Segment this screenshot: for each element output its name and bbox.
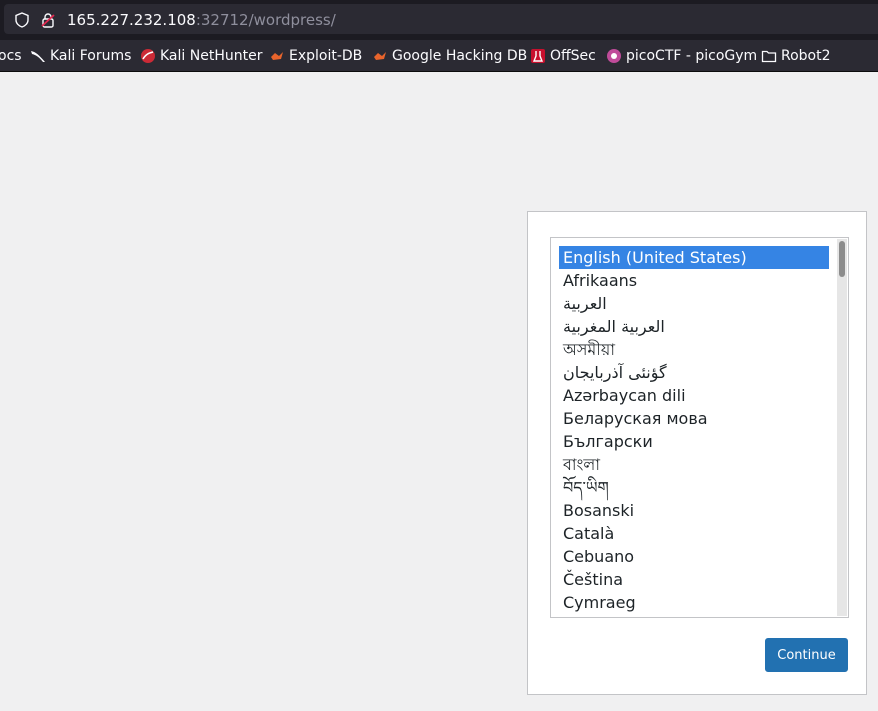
ghdb-icon — [372, 48, 388, 64]
bookmark-offsec[interactable]: OffSec — [530, 46, 596, 66]
bookmark-label: Kali NetHunter — [160, 48, 263, 64]
language-option[interactable]: Afrikaans — [559, 269, 829, 292]
nethunter-icon — [140, 48, 156, 64]
language-option[interactable]: བོད་ཡིག — [559, 476, 829, 499]
url-text[interactable]: 165.227.232.108:32712/wordpress/ — [67, 11, 336, 29]
bookmark-docs[interactable]: ocs — [0, 46, 22, 66]
bookmark-label: picoCTF - picoGym — [626, 48, 758, 64]
scrollbar-thumb[interactable] — [839, 241, 845, 277]
language-option[interactable]: Azərbaycan dili — [559, 384, 829, 407]
bookmark-label: Google Hacking DB — [392, 48, 528, 64]
bookmark-robot2[interactable]: Robot2 — [761, 46, 831, 66]
language-option[interactable]: العربية — [559, 292, 829, 315]
language-option[interactable]: Cebuano — [559, 545, 829, 568]
language-option[interactable]: Català — [559, 522, 829, 545]
language-option[interactable]: Cymraeg — [559, 591, 829, 614]
bookmark-label: Kali Forums — [50, 48, 132, 64]
language-option[interactable]: বাংলা — [559, 453, 829, 476]
language-select[interactable]: English (United States) Afrikaans العربي… — [550, 237, 849, 618]
bookmark-label: Robot2 — [781, 48, 831, 64]
bookmarks-toolbar: ocs Kali Forums Kali NetHunter Exploit-D… — [0, 40, 878, 72]
bookmark-label: OffSec — [550, 48, 596, 64]
picoctf-icon — [606, 48, 622, 64]
shield-icon[interactable] — [14, 12, 30, 28]
language-setup-panel: English (United States) Afrikaans العربي… — [527, 211, 867, 695]
bookmark-google-hacking-db[interactable]: Google Hacking DB — [372, 46, 527, 66]
bookmark-label: Exploit-DB — [289, 48, 363, 64]
url-host: 165.227.232.108 — [67, 11, 196, 29]
language-option[interactable]: Bosanski — [559, 499, 829, 522]
bookmark-picoctf[interactable]: picoCTF - picoGym — [606, 46, 757, 66]
language-option[interactable]: English (United States) — [559, 246, 829, 269]
bookmark-label: ocs — [0, 48, 22, 64]
language-option[interactable]: Български — [559, 430, 829, 453]
folder-icon — [761, 48, 777, 64]
language-option[interactable]: العربية المغربية — [559, 315, 829, 338]
language-option[interactable]: Čeština — [559, 568, 829, 591]
bookmark-exploit-db[interactable]: Exploit-DB — [269, 46, 362, 66]
language-option[interactable]: Беларуская мова — [559, 407, 829, 430]
bookmark-kali-nethunter[interactable]: Kali NetHunter — [140, 46, 262, 66]
language-option[interactable]: অসমীয়া — [559, 338, 829, 361]
exploitdb-icon — [269, 48, 285, 64]
kali-dragon-icon — [30, 48, 46, 64]
language-option[interactable]: گؤنئی آذربایجان — [559, 361, 829, 384]
offsec-icon — [530, 48, 546, 64]
browser-url-bar: 165.227.232.108:32712/wordpress/ — [0, 0, 878, 40]
language-list-scrollbar[interactable] — [837, 239, 847, 616]
continue-button[interactable]: Continue — [765, 638, 848, 672]
bookmark-kali-forums[interactable]: Kali Forums — [30, 46, 131, 66]
insecure-lock-icon[interactable] — [40, 12, 56, 28]
url-path: :32712/wordpress/ — [195, 11, 336, 29]
address-field[interactable]: 165.227.232.108:32712/wordpress/ — [4, 4, 878, 34]
